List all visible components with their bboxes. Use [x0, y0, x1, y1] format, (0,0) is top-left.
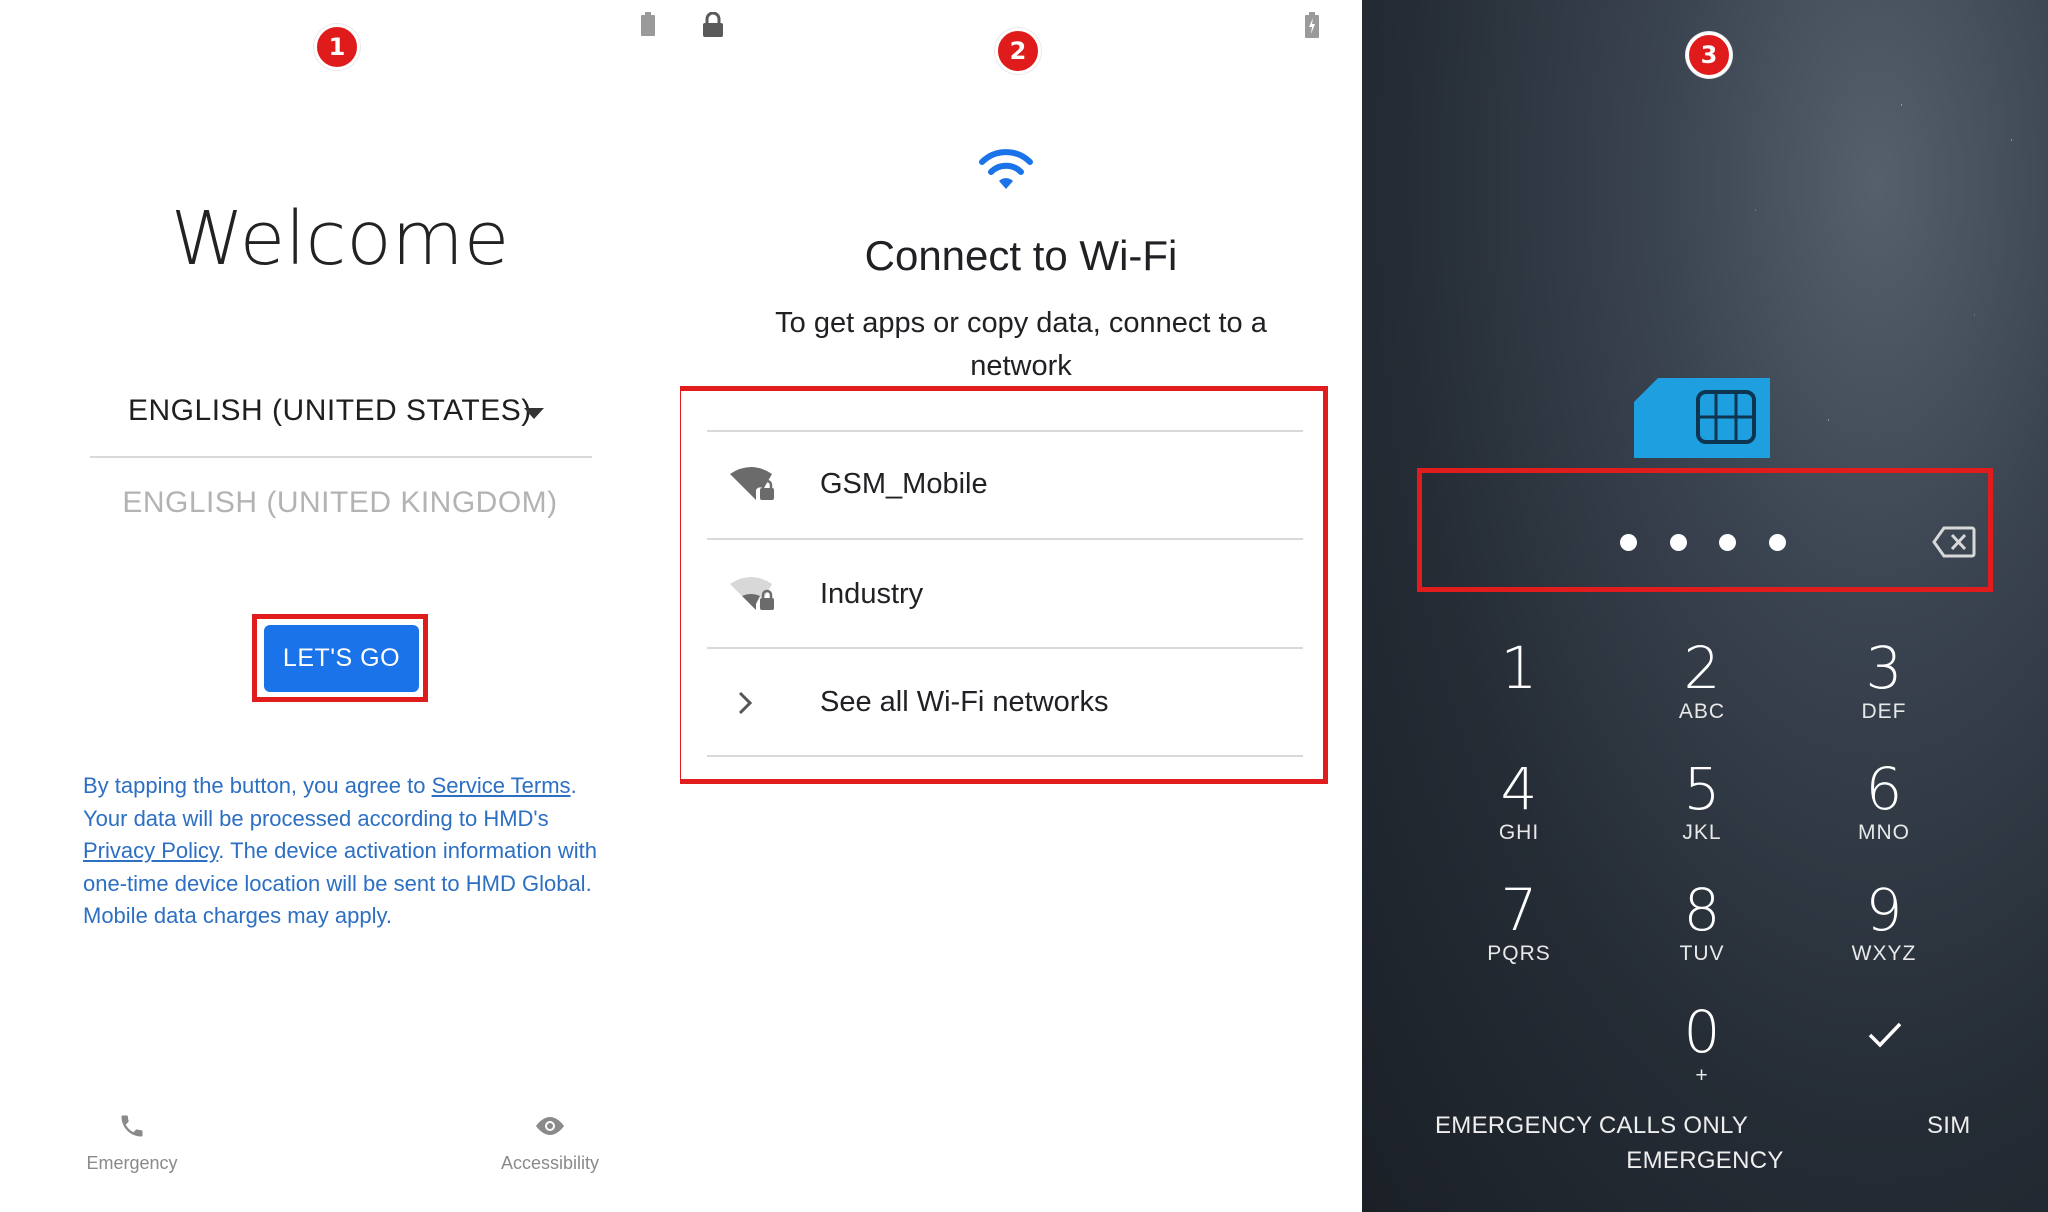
accessibility-button[interactable]: Accessibility	[480, 1112, 620, 1174]
key-letters: DEF	[1861, 700, 1907, 723]
divider	[707, 755, 1303, 757]
keypad-key-0[interactable]: 0 +	[1627, 1000, 1777, 1088]
pin-entry-field[interactable]	[1437, 488, 1927, 572]
welcome-screen: 1 Welcome ENGLISH (UNITED STATES) ENGLIS…	[0, 0, 680, 1212]
check-icon[interactable]	[1867, 1020, 1903, 1050]
lets-go-button[interactable]: LET'S GO	[264, 625, 419, 692]
key-digit: 3	[1865, 634, 1903, 702]
backspace-icon[interactable]	[1932, 526, 1976, 558]
network-name: Industry	[820, 578, 924, 610]
keypad-key-7[interactable]: 7 PQRS	[1444, 878, 1594, 966]
sim-label: SIM	[1927, 1112, 1971, 1139]
page-title: Connect to Wi-Fi	[864, 232, 1178, 279]
network-item[interactable]: GSM_Mobile	[700, 430, 1300, 538]
wifi-screen: 2 Connect to Wi-Fi To get apps or copy d…	[680, 0, 1362, 1212]
dropdown-arrow-icon[interactable]	[524, 408, 544, 419]
key-digit: 7	[1500, 876, 1538, 944]
chevron-right-icon	[738, 691, 753, 715]
key-letters: ABC	[1678, 700, 1726, 723]
eye-icon	[536, 1117, 564, 1135]
legal-text: By tapping the button, you agree to Serv…	[83, 770, 603, 933]
key-digit: 1	[1500, 634, 1538, 702]
key-digit: 6	[1865, 755, 1903, 823]
network-name: GSM_Mobile	[820, 468, 988, 500]
keypad-key-8[interactable]: 8 TUV	[1627, 878, 1777, 966]
keypad-key-5[interactable]: 5 JKL	[1627, 757, 1777, 845]
wifi-lock-weak-icon	[730, 577, 774, 610]
pin-dot	[1620, 534, 1637, 551]
step-badge-2: 2	[995, 28, 1041, 74]
divider	[90, 456, 592, 458]
keypad-key-6[interactable]: 6 MNO	[1809, 757, 1959, 845]
see-all-networks-label: See all Wi-Fi networks	[820, 686, 1109, 718]
keypad-key-9[interactable]: 9 WXYZ	[1809, 878, 1959, 966]
pin-dot	[1670, 534, 1687, 551]
welcome-title: Welcome	[170, 196, 510, 282]
keypad-key-4[interactable]: 4 GHI	[1444, 757, 1594, 845]
key-letters: PQRS	[1487, 942, 1551, 965]
keypad-key-2[interactable]: 2 ABC	[1627, 636, 1777, 724]
key-digit: 0	[1683, 998, 1721, 1066]
key-digit: 8	[1683, 876, 1721, 944]
battery-icon	[641, 12, 655, 36]
key-digit: 2	[1683, 634, 1721, 702]
keypad-key-1[interactable]: 1	[1444, 636, 1594, 700]
pin-dot	[1719, 534, 1736, 551]
step-badge-1: 1	[314, 24, 360, 70]
emergency-label: Emergency	[86, 1153, 178, 1173]
wifi-icon	[979, 149, 1033, 189]
pin-dot	[1769, 534, 1786, 551]
stars-overlay	[1682, 0, 2048, 700]
service-terms-link[interactable]: Service Terms	[432, 773, 571, 798]
key-letters: GHI	[1498, 821, 1540, 844]
accessibility-label: Accessibility	[500, 1153, 600, 1173]
language-dropdown[interactable]: ENGLISH (UNITED STATES)	[128, 394, 532, 428]
key-digit: 4	[1500, 755, 1538, 823]
network-item[interactable]: Industry	[700, 540, 1300, 648]
emergency-calls-only-label: EMERGENCY CALLS ONLY	[1435, 1112, 1749, 1139]
key-letters: JKL	[1682, 821, 1722, 844]
emergency-button[interactable]: EMERGENCY	[1362, 1147, 2048, 1175]
language-option-uk[interactable]: ENGLISH (UNITED KINGDOM)	[0, 486, 680, 520]
key-letters: TUV	[1679, 942, 1725, 965]
key-letters: +	[1695, 1064, 1709, 1087]
sim-pin-screen: 3 1 2 ABC 3 DEF 4 GHI 5 JKL 6 MNO 7 PQRS…	[1362, 0, 2048, 1212]
lock-icon	[703, 12, 723, 37]
page-subtitle: To get apps or copy data, connect to a n…	[775, 307, 1267, 382]
wifi-lock-strong-icon	[730, 467, 774, 500]
keypad-key-3[interactable]: 3 DEF	[1809, 636, 1959, 724]
sim-card-icon	[1634, 378, 1770, 458]
battery-charging-icon	[1305, 12, 1319, 38]
key-digit: 9	[1865, 876, 1903, 944]
key-letters: WXYZ	[1851, 942, 1917, 965]
step-badge-3: 3	[1686, 32, 1732, 78]
emergency-button[interactable]: Emergency	[72, 1112, 192, 1174]
legal-text-part: By tapping the button, you agree to	[83, 773, 432, 798]
key-letters: MNO	[1858, 821, 1910, 844]
see-all-networks-item[interactable]: See all Wi-Fi networks	[700, 648, 1300, 756]
privacy-policy-link[interactable]: Privacy Policy	[83, 838, 218, 863]
phone-icon	[121, 1115, 143, 1137]
key-digit: 5	[1683, 755, 1721, 823]
